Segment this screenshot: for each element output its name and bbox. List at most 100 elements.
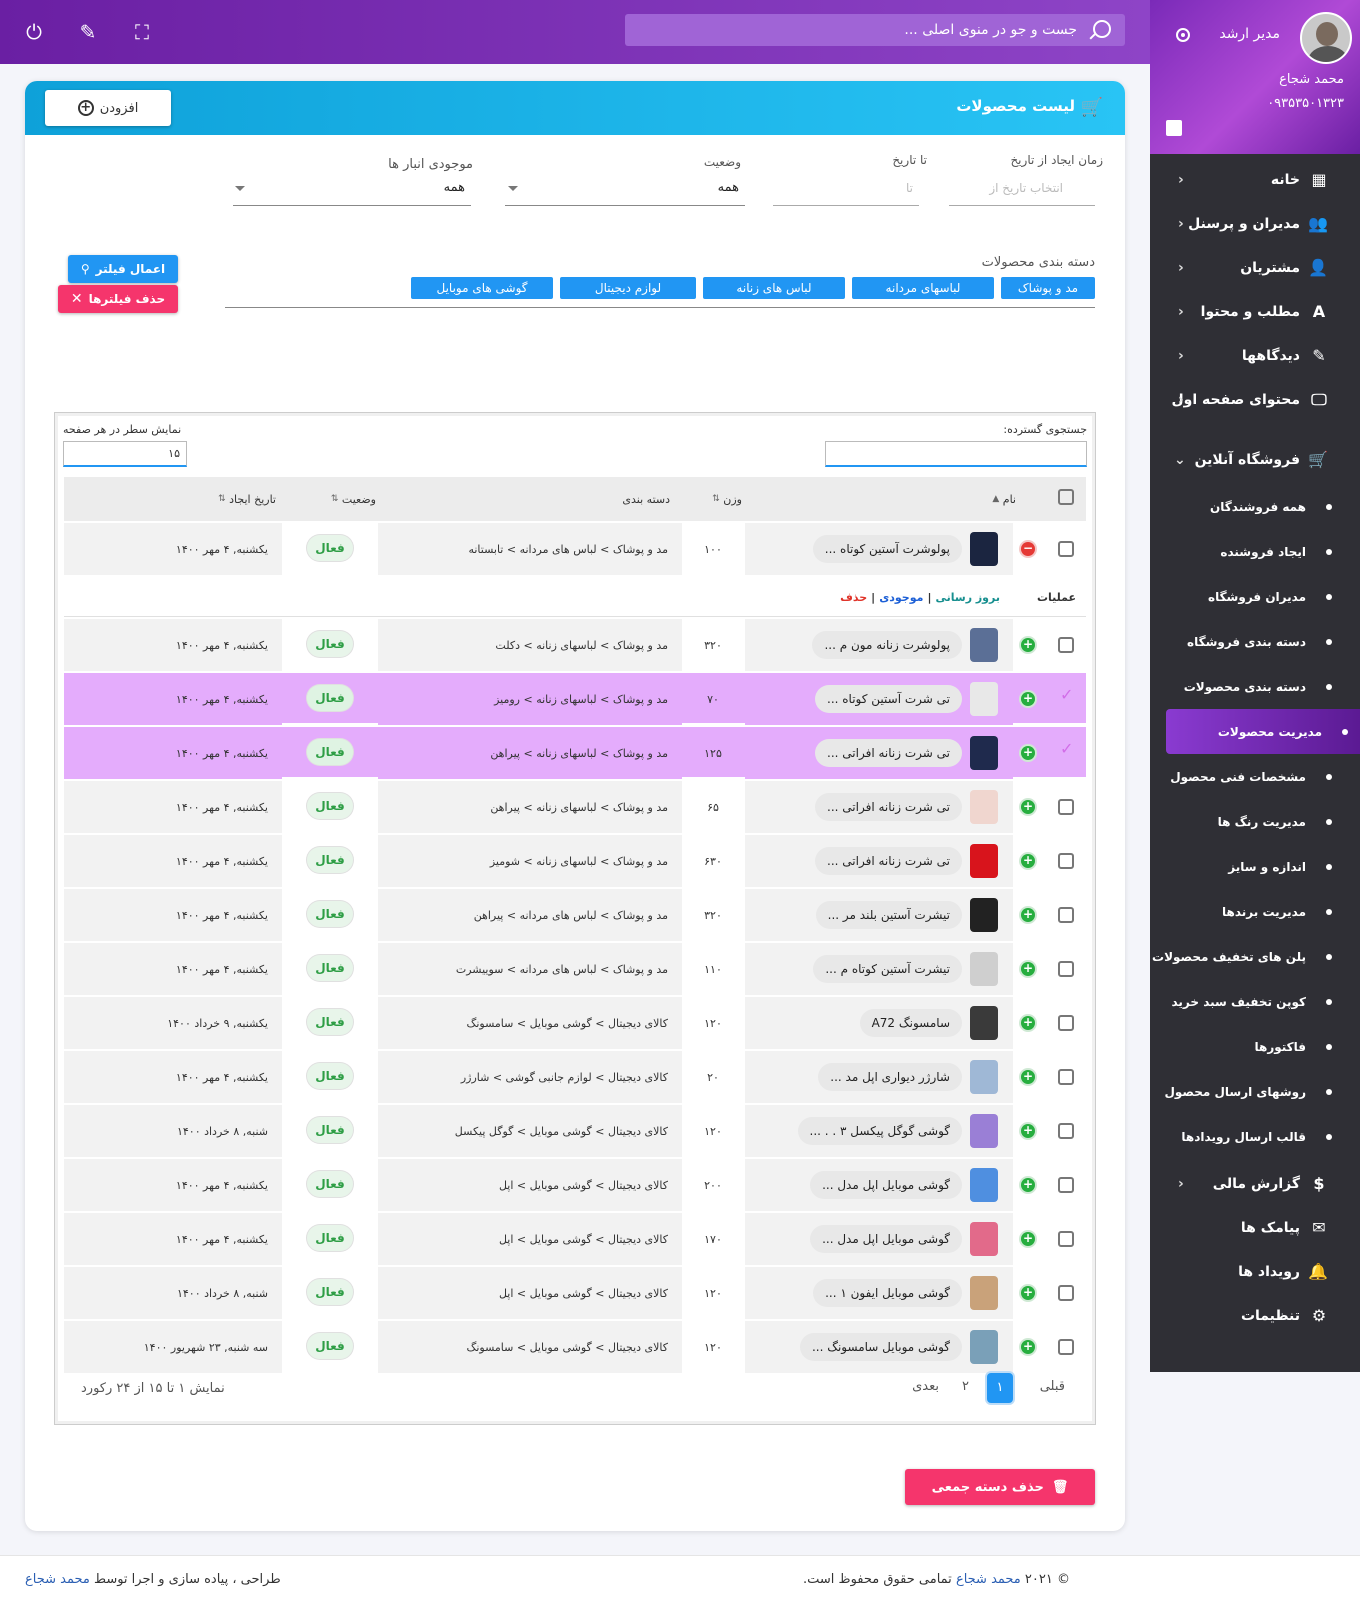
expand-row-icon[interactable]: + bbox=[1021, 854, 1035, 868]
category-chip[interactable]: لوازم دیجیتال bbox=[560, 277, 696, 299]
sidebar-bottom-item-0[interactable]: $ گزارش مالی ‹ bbox=[1150, 1162, 1360, 1206]
created-from-input[interactable]: انتخاب تاریخ از bbox=[989, 181, 1063, 195]
table-row[interactable]: + گوشی موبایل ایفون ۱ ... ۱۲۰ کالای دیجیتال… bbox=[64, 1267, 1086, 1319]
page-1-button[interactable]: ۱ bbox=[987, 1373, 1013, 1403]
sidebar-subitem-9[interactable]: مدیریت برندها bbox=[1150, 889, 1360, 934]
sidebar-bottom-item-1[interactable]: ✉ پیامک ها bbox=[1150, 1206, 1360, 1250]
sidebar-bottom-item-3[interactable]: ⚙ تنظیمات bbox=[1150, 1294, 1360, 1338]
table-row[interactable]: + تیشرت آستین بلند مر ... ۳۲۰ مد و پوشاک > … bbox=[64, 889, 1086, 941]
sidebar-subitem-4[interactable]: دسته بندی محصولات bbox=[1150, 664, 1360, 709]
table-row[interactable]: ✓ + تی شرت زنانه افراتی ... ۱۲۵ مد و پوشاک >… bbox=[64, 727, 1086, 779]
table-row[interactable]: + گوشی موبایل سامسونگ ... ۱۲۰ کالای دیجیتال… bbox=[64, 1321, 1086, 1373]
row-checkbox[interactable] bbox=[1058, 1123, 1074, 1139]
product-name[interactable]: تی شرت آستین کوتاه ... bbox=[815, 685, 962, 713]
table-row[interactable]: + تی شرت زنانه افراتی ... ۶۳۰ مد و پوشاک > … bbox=[64, 835, 1086, 887]
expand-row-icon[interactable]: + bbox=[1021, 1232, 1035, 1246]
category-chip[interactable]: لباس های زنانه bbox=[703, 277, 845, 299]
sidebar-item-4[interactable]: ✎ دیدگاهها ‹ bbox=[1150, 334, 1360, 378]
table-row[interactable]: + تیشرت آستین کوتاه م ... ۱۱۰ مد و پوشاک > … bbox=[64, 943, 1086, 995]
collapse-row-icon[interactable]: − bbox=[1021, 542, 1035, 556]
product-name[interactable]: گوشی موبایل ایفون ۱ ... bbox=[813, 1279, 962, 1307]
select-all-checkbox[interactable] bbox=[1058, 489, 1074, 505]
table-row[interactable]: + گوشی موبایل اپل مدل ... ۱۷۰ کالای دیجیتال… bbox=[64, 1213, 1086, 1265]
product-name[interactable]: تی شرت زنانه افراتی ... bbox=[815, 793, 962, 821]
expand-row-icon[interactable]: + bbox=[1021, 1124, 1035, 1138]
product-name[interactable]: سامسونگ A72 bbox=[859, 1009, 962, 1037]
expand-row-icon[interactable]: + bbox=[1021, 1286, 1035, 1300]
avatar[interactable] bbox=[1300, 12, 1352, 64]
sidebar-subitem-0[interactable]: همه فروشندگان bbox=[1150, 484, 1360, 529]
sidebar-bottom-item-2[interactable]: 🔔 رویداد ها bbox=[1150, 1250, 1360, 1294]
footer-credit-author-link[interactable]: محمد شجاع bbox=[25, 1572, 90, 1587]
product-name[interactable]: گوشی موبایل اپل مدل ... bbox=[810, 1171, 962, 1199]
header-category[interactable]: دسته بندی bbox=[622, 477, 670, 521]
row-checkbox[interactable] bbox=[1058, 853, 1074, 869]
row-checkbox[interactable] bbox=[1058, 1285, 1074, 1301]
sidebar-subitem-2[interactable]: مدیران فروشگاه bbox=[1150, 574, 1360, 619]
sidebar-subitem-13[interactable]: روشهای ارسال محصول bbox=[1150, 1069, 1360, 1114]
expand-row-icon[interactable]: + bbox=[1021, 746, 1035, 760]
to-date-input[interactable]: تا bbox=[906, 181, 913, 195]
header-weight[interactable]: وزن ⇅ bbox=[712, 477, 742, 521]
product-name[interactable]: گوشی گوگل پیکسل ۳ . . ... bbox=[797, 1117, 962, 1145]
sidebar-subitem-6[interactable]: مشخصات فنی محصول bbox=[1150, 754, 1360, 799]
footer-copyright-author-link[interactable]: محمد شجاع bbox=[956, 1572, 1021, 1587]
header-status[interactable]: وضعیت ⇅ bbox=[331, 477, 376, 521]
sidebar-subitem-11[interactable]: کوپن تخفیف سبد خرید bbox=[1150, 979, 1360, 1024]
row-checkbox[interactable] bbox=[1058, 1339, 1074, 1355]
category-chip[interactable]: گوشی های موبایل bbox=[411, 277, 553, 299]
expand-row-icon[interactable]: + bbox=[1021, 1016, 1035, 1030]
expand-row-icon[interactable]: + bbox=[1021, 692, 1035, 706]
table-row[interactable]: + شارژر دیواری اپل مد ... ۲۰ کالای دیجیتال … bbox=[64, 1051, 1086, 1103]
page-2-button[interactable]: ۲ bbox=[962, 1379, 969, 1394]
sidebar-subitem-14[interactable]: قالب ارسال رویدادها bbox=[1150, 1114, 1360, 1159]
product-name[interactable]: گوشی موبایل سامسونگ ... bbox=[799, 1333, 962, 1361]
sidebar-item-0[interactable]: ▦ خانه ‹ bbox=[1150, 158, 1360, 202]
power-icon[interactable]: ⏻ bbox=[22, 20, 46, 44]
sidebar-item-5[interactable]: 🖵 محتوای صفحه اول ‹ bbox=[1150, 378, 1360, 422]
row-checked-icon[interactable]: ✓ bbox=[1060, 685, 1074, 704]
row-checkbox[interactable] bbox=[1058, 961, 1074, 977]
expand-row-icon[interactable]: + bbox=[1021, 800, 1035, 814]
brush-icon[interactable]: ✎ bbox=[76, 20, 100, 44]
bulk-delete-button[interactable]: 🗑 حذف دسته جمعی bbox=[905, 1469, 1095, 1505]
product-name[interactable]: تی شرت زنانه افراتی ... bbox=[815, 847, 962, 875]
contact-card-icon[interactable] bbox=[1166, 120, 1182, 136]
product-name[interactable]: تی شرت زنانه افراتی ... bbox=[815, 739, 962, 767]
sidebar-subitem-3[interactable]: دسته بندی فروشگاه bbox=[1150, 619, 1360, 664]
table-row[interactable]: + تی شرت زنانه افراتی ... ۶۵ مد و پوشاک > ل… bbox=[64, 781, 1086, 833]
delete-link[interactable]: حذف bbox=[840, 591, 867, 604]
category-chip[interactable]: لباسهای مردانه bbox=[852, 277, 994, 299]
sidebar-subitem-8[interactable]: اندازه و سایز bbox=[1150, 844, 1360, 889]
stock-filter-select[interactable]: همه bbox=[444, 180, 465, 195]
add-button[interactable]: افزودن + bbox=[45, 90, 171, 126]
table-row[interactable]: + گوشی گوگل پیکسل ۳ . . ... ۱۲۰ کالای دیجیت… bbox=[64, 1105, 1086, 1157]
sidebar-item-3[interactable]: A مطلب و محتوا ‹ bbox=[1150, 290, 1360, 334]
header-name[interactable]: نام ▲ bbox=[992, 477, 1016, 521]
settings-dot-icon[interactable] bbox=[1176, 28, 1190, 42]
product-name[interactable]: شارژر دیواری اپل مد ... bbox=[818, 1063, 962, 1091]
next-page-button[interactable]: بعدی bbox=[912, 1379, 939, 1394]
prev-page-button[interactable]: قبلی bbox=[1040, 1379, 1065, 1394]
table-row[interactable]: − پولوشرت آستین کوتاه ... ۱۰۰ مد و پوشاک > … bbox=[64, 523, 1086, 575]
product-name[interactable]: پولوشرت آستین کوتاه ... bbox=[812, 535, 962, 563]
expand-row-icon[interactable]: + bbox=[1021, 962, 1035, 976]
sidebar-subitem-5[interactable]: مدیریت محصولات bbox=[1166, 709, 1360, 754]
sidebar-item-2[interactable]: 👤 مشتریان ‹ bbox=[1150, 246, 1360, 290]
expand-row-icon[interactable]: + bbox=[1021, 638, 1035, 652]
sidebar-subitem-7[interactable]: مدیریت رنگ ها bbox=[1150, 799, 1360, 844]
table-row[interactable]: ✓ + تی شرت آستین کوتاه ... ۷۰ مد و پوشاک > ل… bbox=[64, 673, 1086, 725]
apply-filter-button[interactable]: اعمال فیلتر ⚲ bbox=[68, 255, 178, 283]
row-checkbox[interactable] bbox=[1058, 637, 1074, 653]
row-checkbox[interactable] bbox=[1058, 1015, 1074, 1031]
table-row[interactable]: + پولوشرت زنانه مون م ... ۳۲۰ مد و پوشاک > … bbox=[64, 619, 1086, 671]
row-checkbox[interactable] bbox=[1058, 907, 1074, 923]
status-filter-select[interactable]: همه bbox=[718, 180, 739, 195]
menu-search-input[interactable]: جست و جو در منوی اصلی ... bbox=[625, 14, 1125, 46]
product-name[interactable]: تیشرت آستین بلند مر ... bbox=[815, 901, 962, 929]
table-row[interactable]: + سامسونگ A72 ۱۲۰ کالای دیجیتال > گوشی موبا… bbox=[64, 997, 1086, 1049]
row-checkbox[interactable] bbox=[1058, 541, 1074, 557]
fullscreen-icon[interactable]: ⛶ bbox=[130, 20, 154, 44]
row-checkbox[interactable] bbox=[1058, 1177, 1074, 1193]
sidebar-item-shop[interactable]: 🛒 فروشگاه آنلاین ⌄ bbox=[1150, 436, 1360, 484]
